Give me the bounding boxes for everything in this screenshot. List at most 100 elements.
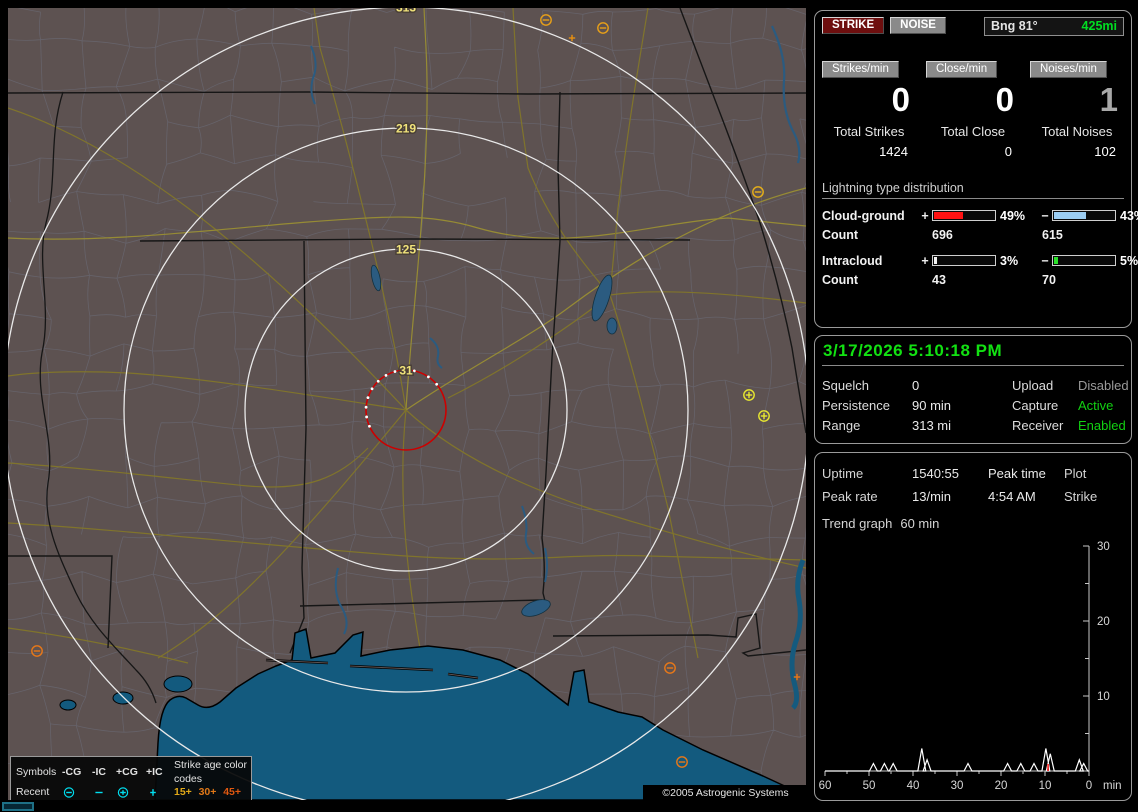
trend-y-label: 10 (1097, 691, 1110, 703)
distribution-count-row: Count 696 615 (822, 228, 1124, 242)
rate-button-0[interactable]: Strikes/min (822, 61, 899, 78)
trend-x-label: 0 (1086, 780, 1092, 792)
legend-symbol (62, 786, 92, 799)
noise-button[interactable]: NOISE (890, 17, 946, 34)
counter-column: Noises/min 1 Total Noises 102 (1030, 61, 1124, 159)
trend-y-label: 20 (1097, 616, 1110, 628)
positive-count: 43 (932, 273, 946, 287)
session-cell: 4:54 AM (988, 489, 1036, 504)
count-label: Count (822, 273, 859, 287)
total-label: Total Close (940, 124, 1006, 139)
legend-row-label: Old (16, 800, 62, 801)
legend-header: Strike age color codes (174, 759, 247, 785)
legend-symbol (146, 786, 174, 799)
status-value: 313 mi (912, 417, 952, 433)
distribution-count-row: Count 43 70 (822, 273, 1124, 287)
window-corner-chip (2, 802, 34, 811)
session-row: Uptime 1540:55 Peak time Plot (822, 462, 1124, 485)
session-cell: 1540:55 (912, 466, 959, 481)
status-panel: 3/17/2026 5:10:18 PM Squelch 0 Upload Disab… (814, 335, 1132, 444)
positive-bar (932, 255, 996, 266)
counter-column: Strikes/min 0 Total Strikes 1424 (822, 61, 916, 159)
session-cell: Peak rate (822, 489, 878, 504)
persistence-dot (435, 382, 439, 386)
status-rows: Squelch 0 Upload Disabled Persistence 90 min C… (822, 375, 1129, 435)
persistence-dot (370, 387, 374, 391)
strike-counters-panel: STRIKE NOISE Bng 81° 425mi Strikes/min 0 T… (814, 10, 1138, 328)
persistence-dot (366, 396, 370, 400)
trend-window-value: 60 min (900, 516, 940, 531)
total-value: 0 (1004, 144, 1012, 159)
status-row: Squelch 0 Upload Disabled (822, 375, 1129, 395)
trend-x-label: 30 (951, 780, 964, 792)
total-value: 102 (1094, 144, 1116, 159)
legend-row-label: Recent (16, 786, 50, 798)
range-distance-value: 425mi (1081, 19, 1117, 33)
status-value: 90 min (912, 397, 952, 413)
session-cell: Plot (1064, 466, 1087, 481)
negative-percent: 5% (1120, 253, 1138, 268)
persistence-dot (426, 375, 430, 379)
trend-graph-label: Trend graph (822, 516, 893, 531)
rate-button-1[interactable]: Close/min (926, 61, 998, 78)
distribution-type-label: Intracloud (822, 253, 883, 268)
ring-distance-label: 313 (396, 8, 416, 15)
persistence-dot (412, 369, 416, 373)
age-code: 45+ (223, 786, 241, 798)
age-code: 15+ (174, 786, 192, 798)
status-label: Capture (1012, 397, 1059, 413)
minus-sign: − (1041, 253, 1049, 268)
status-value: Enabled (1078, 417, 1126, 433)
rate-button-2[interactable]: Noises/min (1030, 61, 1107, 78)
trend-x-label: 40 (907, 780, 920, 792)
minus-icon (95, 792, 103, 794)
plus-sign: + (921, 253, 929, 268)
session-cell: Peak time (988, 466, 1046, 481)
negative-count: 70 (1042, 273, 1056, 287)
plus-icon (150, 789, 156, 797)
status-value: Disabled (1078, 377, 1129, 393)
session-panel: Uptime 1540:55 Peak time Plot Peak rate 13/mi… (814, 452, 1132, 801)
bearing-value: Bng 81° (991, 19, 1038, 33)
status-label: Squelch (822, 377, 869, 393)
counter-column: Close/min 0 Total Close 0 (926, 61, 1020, 159)
negative-percent: 43% (1120, 208, 1138, 223)
bearing-range-box: Bng 81° 425mi (984, 17, 1124, 36)
trend-line (825, 748, 1089, 772)
total-label: Total Strikes (833, 124, 905, 139)
ring-distance-label: 31 (399, 364, 413, 378)
copyright-text: ©2005 Astrogenic Systems (662, 787, 789, 799)
persistence-dot (384, 373, 388, 377)
session-row: Peak rate 13/min 4:54 AM Strike (822, 485, 1124, 508)
legend-header: +CG (116, 765, 138, 778)
strike-age-codes: 15+ 30+ 45+ (174, 786, 247, 800)
strike-age-codes: 60+ 75+ 90+ (174, 800, 247, 801)
distribution-type-label: Cloud-ground (822, 208, 905, 223)
distribution-row: Intracloud +3% − 5% (822, 252, 1138, 269)
trend-x-label: 60 (819, 780, 832, 792)
minus-sign: − (1041, 208, 1049, 223)
distribution-row: Cloud-ground +49%− 43% (822, 207, 1138, 224)
age-code: 75+ (199, 800, 217, 801)
status-label: Range (822, 417, 861, 433)
map-panel: 31 125 219 313 Symbols -CG -IC +CG +IC Strike ag… (8, 8, 806, 800)
legend-header: +IC (146, 765, 163, 778)
persistence-dot (365, 415, 369, 419)
legend-symbol (116, 786, 146, 799)
negative-count: 615 (1042, 228, 1063, 242)
map-canvas[interactable]: 31 125 219 313 (8, 8, 806, 800)
trend-x-label: 10 (1039, 780, 1052, 792)
negative-bar (1052, 255, 1116, 266)
positive-percent: 3% (1000, 253, 1019, 268)
count-label: Count (822, 228, 859, 242)
age-code: 90+ (223, 800, 241, 801)
legend-symbol (92, 786, 116, 799)
strike-button[interactable]: STRIKE (822, 17, 885, 34)
rate-value: 0 (891, 81, 910, 118)
total-value: 1424 (879, 144, 908, 159)
copyright-bar: ©2005 Astrogenic Systems (643, 785, 806, 800)
ring-distance-label: 219 (396, 122, 416, 136)
positive-bar (932, 210, 996, 221)
